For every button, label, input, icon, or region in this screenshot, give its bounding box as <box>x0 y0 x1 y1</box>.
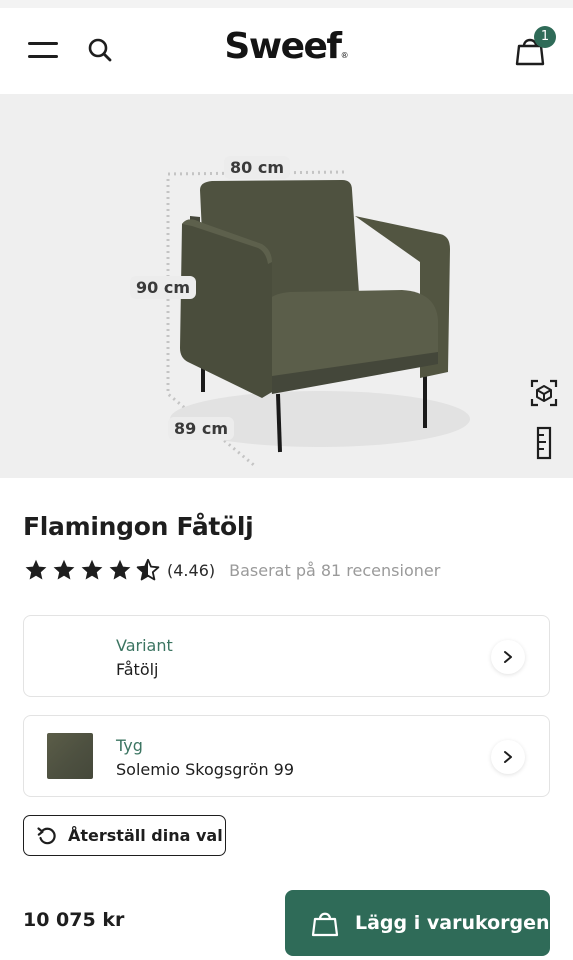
top-strip <box>0 0 573 8</box>
sweef-logo[interactable]: Sweef® <box>0 26 573 67</box>
chevron-right-icon <box>504 751 512 763</box>
chevron-right-icon <box>504 651 512 663</box>
product-image[interactable]: 80 cm 90 cm 89 cm <box>0 94 573 478</box>
fabric-label: Tyg <box>116 736 143 755</box>
variant-open-button[interactable] <box>491 640 525 674</box>
ruler-icon <box>536 426 552 460</box>
star-icon <box>81 559 103 580</box>
refresh-icon <box>37 826 56 844</box>
add-to-cart-label: Lägg i varukorgen <box>355 912 550 934</box>
variant-value: Fåtölj <box>116 660 159 679</box>
height-dimension-label: 90 cm <box>130 276 196 299</box>
fabric-selector[interactable]: Tyg Solemio Skogsgrön 99 <box>23 715 550 797</box>
fabric-open-button[interactable] <box>491 740 525 774</box>
ar-view-button[interactable] <box>529 378 559 408</box>
product-title: Flamingon Fåtölj <box>23 512 254 541</box>
product-price: 10 075 kr <box>23 909 125 931</box>
product-rating[interactable]: (4.46) Baserat på 81 recensioner <box>23 556 440 584</box>
add-to-cart-button[interactable]: Lägg i varukorgen <box>285 890 550 956</box>
review-count-text[interactable]: Baserat på 81 recensioner <box>229 561 440 580</box>
star-icon <box>25 559 47 580</box>
variant-selector[interactable]: Variant Fåtölj <box>23 615 550 697</box>
fabric-swatch <box>47 733 93 779</box>
fabric-value: Solemio Skogsgrön 99 <box>116 760 295 779</box>
logo-registered-mark: ® <box>340 51 349 60</box>
logo-text: Sweef <box>224 26 342 67</box>
star-icon <box>53 559 75 580</box>
rating-stars <box>23 558 161 582</box>
site-header: Sweef® 1 <box>0 8 573 94</box>
reset-choices-button[interactable]: Återställ dina val <box>23 815 226 856</box>
bag-icon <box>311 912 339 937</box>
armchair-image <box>166 170 470 468</box>
half-star-icon <box>136 558 160 581</box>
depth-dimension-label: 89 cm <box>168 417 234 440</box>
reset-choices-label: Återställ dina val <box>68 826 223 845</box>
variant-label: Variant <box>116 636 173 655</box>
star-icon <box>109 559 131 580</box>
width-dimension-label: 80 cm <box>224 156 290 179</box>
rating-value: (4.46) <box>167 560 216 580</box>
cart-count-badge: 1 <box>534 26 556 48</box>
ar-cube-icon <box>530 379 558 407</box>
measurements-button[interactable] <box>535 426 553 460</box>
